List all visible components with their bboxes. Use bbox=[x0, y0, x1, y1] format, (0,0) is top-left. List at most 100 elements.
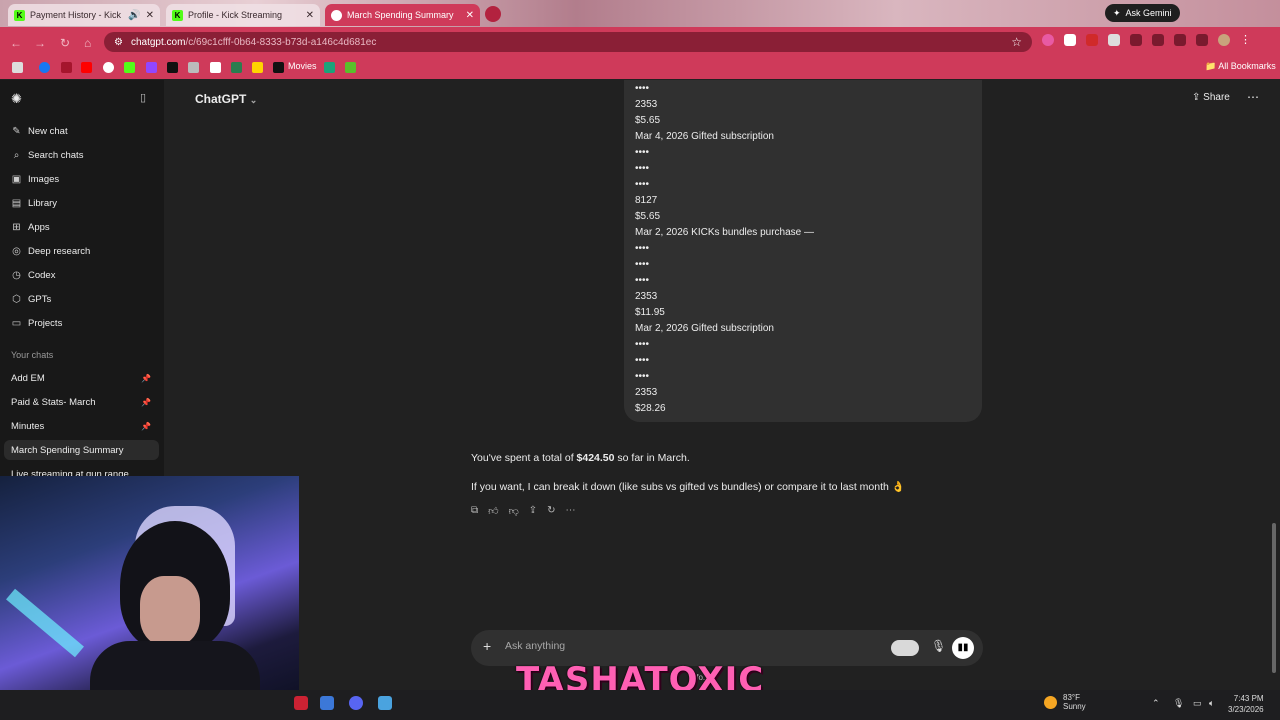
avatar[interactable] bbox=[1218, 34, 1230, 46]
speaker-icon[interactable]: 🔊 bbox=[128, 10, 140, 21]
extension-icon[interactable] bbox=[1196, 34, 1208, 46]
microphone-icon[interactable]: 🎙︎ bbox=[1173, 698, 1184, 709]
scrollbar-thumb[interactable] bbox=[1272, 523, 1276, 673]
bubble-line: •••• bbox=[635, 371, 650, 382]
sidebar-toggle-icon[interactable]: ▯ bbox=[140, 91, 146, 104]
close-tab-icon[interactable]: ✕ bbox=[466, 10, 474, 21]
voice-mode-button[interactable]: ▮▮ bbox=[952, 637, 974, 659]
bookmark-icon[interactable] bbox=[12, 62, 23, 73]
forward-icon[interactable]: → bbox=[34, 36, 46, 50]
bookmark-star-icon[interactable]: ☆ bbox=[1011, 35, 1022, 49]
sidebar-item-gpts[interactable]: ⬡ GPTs bbox=[11, 294, 51, 305]
tab-payment-history[interactable]: K Payment History - Kick Stre 🔊 ✕ bbox=[8, 4, 160, 26]
sidebar-item-codex[interactable]: ◷ Codex bbox=[11, 270, 55, 281]
reload-icon[interactable]: ↻ bbox=[60, 36, 70, 50]
movies-icon[interactable] bbox=[273, 62, 284, 73]
pin-icon: 📌 bbox=[141, 373, 151, 383]
discord-icon[interactable] bbox=[349, 696, 363, 710]
extension-icon[interactable] bbox=[1152, 34, 1164, 46]
taskbar-app-icon[interactable] bbox=[294, 696, 308, 710]
all-bookmarks[interactable]: 📁 All Bookmarks bbox=[1205, 61, 1276, 72]
bubble-line: •••• bbox=[635, 163, 650, 174]
chat-item[interactable]: Minutes 📌 bbox=[11, 416, 157, 436]
address-bar[interactable]: ⚙ chatgpt.com/c/69c1cfff-0b64-8333-b73d-… bbox=[104, 32, 1032, 52]
share-button[interactable]: ⇪ Share bbox=[1192, 92, 1230, 103]
extension-icon[interactable] bbox=[1086, 34, 1098, 46]
kick-icon[interactable] bbox=[124, 62, 135, 73]
tab-march-spending[interactable]: March Spending Summary ✕ bbox=[325, 4, 480, 26]
new-tab-button[interactable] bbox=[485, 6, 501, 22]
codex-icon: ◷ bbox=[12, 270, 21, 281]
bookmark-icon[interactable] bbox=[61, 62, 72, 73]
telescope-icon: ◎ bbox=[12, 246, 21, 257]
extension-icon[interactable] bbox=[1064, 34, 1076, 46]
microphone-icon[interactable]: 🎙︎ bbox=[931, 639, 946, 653]
extension-icon[interactable] bbox=[1130, 34, 1142, 46]
bubble-line: Mar 2, 2026 Gifted subscription bbox=[635, 323, 774, 334]
close-tab-icon[interactable]: ✕ bbox=[146, 10, 154, 21]
bookmark-icon[interactable] bbox=[103, 62, 114, 73]
site-info-icon[interactable]: ⚙ bbox=[114, 37, 123, 48]
ask-gemini-button[interactable]: ✦ Ask Gemini bbox=[1105, 4, 1180, 22]
bookmark-icon[interactable] bbox=[188, 62, 199, 73]
sidebar-item-search-chats[interactable]: ⌕ Search chats bbox=[11, 150, 84, 161]
bubble-line: •••• bbox=[635, 83, 650, 94]
more-icon[interactable]: ⋯ bbox=[566, 505, 576, 517]
network-icon[interactable]: ▭ bbox=[1193, 698, 1202, 709]
extension-icon[interactable] bbox=[1042, 34, 1054, 46]
bubble-line: •••• bbox=[635, 147, 650, 158]
sidebar-item-images[interactable]: ▣ Images bbox=[11, 174, 59, 185]
bookmark-movies[interactable]: Movies bbox=[288, 61, 317, 71]
more-options-icon[interactable]: ⋯ bbox=[1247, 90, 1259, 104]
bookmark-icon[interactable] bbox=[210, 62, 221, 73]
close-tab-icon[interactable]: ✕ bbox=[306, 10, 314, 21]
tab-profile[interactable]: K Profile - Kick Streaming ✕ bbox=[166, 4, 320, 26]
weather-widget[interactable]: 83°F Sunny bbox=[1044, 693, 1086, 711]
tray-chevron-icon[interactable]: ⌃ bbox=[1152, 698, 1160, 709]
grammarly-icon[interactable] bbox=[891, 640, 919, 656]
thumbs-up-icon[interactable]: 👍︎ bbox=[488, 505, 498, 517]
thumbs-down-icon[interactable]: 👎︎ bbox=[509, 505, 519, 517]
light-strip bbox=[6, 588, 84, 658]
scrollbar[interactable] bbox=[1270, 80, 1278, 680]
model-selector[interactable]: ChatGPT ⌄ bbox=[195, 92, 257, 106]
sidebar-item-new-chat[interactable]: ✎ New chat bbox=[11, 126, 67, 137]
facebook-icon[interactable] bbox=[39, 62, 50, 73]
bubble-line: Mar 2, 2026 KICKs bundles purchase — bbox=[635, 227, 814, 238]
chat-item[interactable]: Add EM 📌 bbox=[11, 368, 157, 388]
bubble-line: •••• bbox=[635, 355, 650, 366]
extension-icon[interactable] bbox=[1108, 34, 1120, 46]
folder-icon: ▭ bbox=[11, 318, 22, 329]
prompt-input[interactable] bbox=[505, 640, 885, 652]
sidebar-item-library[interactable]: ▤ Library bbox=[11, 198, 57, 209]
twitch-icon[interactable] bbox=[146, 62, 157, 73]
menu-dots-icon[interactable]: ⋮ bbox=[1240, 34, 1252, 46]
sidebar-item-deep-research[interactable]: ◎ Deep research bbox=[11, 246, 90, 257]
home-icon[interactable]: ⌂ bbox=[84, 36, 91, 50]
bubble-line: •••• bbox=[635, 275, 650, 286]
image-icon: ▣ bbox=[11, 174, 22, 185]
regenerate-icon[interactable]: ↻ bbox=[547, 505, 555, 517]
bookmark-icon[interactable] bbox=[231, 62, 242, 73]
chat-item[interactable]: Paid & Stats- March 📌 bbox=[11, 392, 157, 412]
chat-item-selected[interactable]: March Spending Summary bbox=[4, 440, 159, 460]
copy-icon[interactable]: ⧉ bbox=[471, 505, 478, 517]
bookmark-icon[interactable] bbox=[345, 62, 356, 73]
back-icon[interactable]: ← bbox=[10, 36, 22, 50]
x-icon[interactable] bbox=[167, 62, 178, 73]
bookmark-icon[interactable] bbox=[324, 62, 335, 73]
bubble-line: $5.65 bbox=[635, 115, 661, 126]
bubble-line: 2353 bbox=[635, 387, 658, 398]
extension-icon[interactable] bbox=[1174, 34, 1186, 46]
chatgpt-logo-icon[interactable]: ✺ bbox=[11, 91, 22, 107]
sidebar-item-projects[interactable]: ▭ Projects bbox=[11, 318, 63, 329]
taskbar-app-icon[interactable] bbox=[378, 696, 392, 710]
sidebar-item-apps[interactable]: ⊞ Apps bbox=[11, 222, 49, 233]
youtube-icon[interactable] bbox=[81, 62, 92, 73]
volume-icon[interactable]: 🔈︎ bbox=[1209, 698, 1214, 709]
notepad-icon[interactable] bbox=[320, 696, 334, 710]
bookmark-icon[interactable] bbox=[252, 62, 263, 73]
plus-icon[interactable]: + bbox=[483, 638, 491, 654]
share-icon[interactable]: ⇪ bbox=[529, 505, 537, 517]
clock[interactable]: 7:43 PM 3/23/2026 bbox=[1228, 693, 1264, 715]
